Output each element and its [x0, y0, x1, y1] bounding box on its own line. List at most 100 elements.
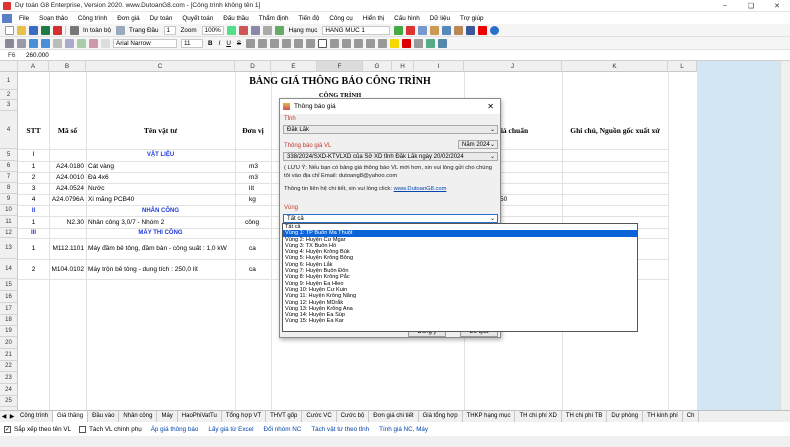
- cell-unit[interactable]: công: [245, 216, 271, 228]
- wrap-icon[interactable]: [329, 38, 339, 48]
- row-header[interactable]: 9: [0, 194, 18, 205]
- row-header[interactable]: 4: [0, 111, 18, 149]
- document-icon[interactable]: [2, 13, 12, 23]
- freeze-icon[interactable]: [425, 38, 435, 48]
- paste-icon[interactable]: [429, 25, 439, 35]
- tab-detail-price[interactable]: Đơn giá chi tiết: [369, 411, 419, 422]
- tab-more[interactable]: Ch: [683, 411, 700, 422]
- tab-material-merge[interactable]: THVT gốp: [266, 411, 303, 422]
- row-header[interactable]: 24: [0, 384, 18, 396]
- copy2-icon[interactable]: [16, 38, 26, 48]
- tab-price[interactable]: Giá thầng: [53, 411, 89, 422]
- cell-unit[interactable]: m3: [249, 172, 271, 183]
- border-icon[interactable]: [377, 38, 387, 48]
- row-header[interactable]: 22: [0, 361, 18, 372]
- header-stt[interactable]: STT: [18, 111, 49, 149]
- youtube-icon[interactable]: [477, 25, 487, 35]
- apply-announced-price-link[interactable]: Áp giá thông báo: [151, 426, 199, 433]
- close-icon[interactable]: ✕: [764, 2, 790, 10]
- column-header[interactable]: J: [464, 61, 562, 72]
- arrow-icon[interactable]: [275, 25, 285, 35]
- cell-code[interactable]: M104.0102: [49, 259, 86, 279]
- cell-stt[interactable]: 2: [18, 259, 49, 279]
- chevron-down-icon[interactable]: ⌄: [490, 215, 495, 222]
- menu-config[interactable]: Cấu hình: [389, 15, 425, 22]
- cell-name[interactable]: Máy trộn bê tông - dung tích : 250,0 lít: [88, 259, 235, 279]
- row-header[interactable]: 18: [0, 315, 18, 326]
- tab-total-budget[interactable]: TH kinh phí: [643, 411, 683, 422]
- align-left-icon[interactable]: [245, 38, 255, 48]
- change-labor-group-link[interactable]: Đổi nhóm NC: [264, 426, 302, 433]
- row-header[interactable]: 2: [0, 90, 18, 100]
- cell-stt[interactable]: 1: [18, 238, 49, 259]
- split-material-checkbox[interactable]: Tách VL chính phụ: [79, 425, 142, 433]
- chevron-down-icon[interactable]: ⌄: [490, 126, 495, 133]
- cell-code[interactable]: A24.0180: [49, 161, 86, 172]
- row-header[interactable]: 23: [0, 372, 18, 384]
- row-header[interactable]: 19: [0, 326, 18, 337]
- cell-code[interactable]: A24.0524: [49, 183, 86, 194]
- font-icon[interactable]: [100, 38, 110, 48]
- cell-code[interactable]: M112.1101: [49, 238, 86, 259]
- filter-icon[interactable]: [76, 38, 86, 48]
- header-unit[interactable]: Đơn vị: [235, 111, 271, 149]
- column-header[interactable]: I: [414, 61, 464, 72]
- cell-unit[interactable]: ca: [249, 238, 271, 259]
- menu-data[interactable]: Dữ liệu: [425, 15, 455, 22]
- cell-stt[interactable]: 1: [18, 216, 49, 228]
- cell-unit[interactable]: lít: [249, 183, 271, 194]
- chevron-down-icon[interactable]: ⌄: [490, 141, 495, 148]
- cell-code[interactable]: A24.0796A: [49, 194, 86, 205]
- excel-icon[interactable]: [40, 25, 50, 35]
- pdf-icon[interactable]: [52, 25, 62, 35]
- cell-name[interactable]: Nhân công 3,0/7 - Nhóm 2: [88, 216, 235, 228]
- tab-material-summary[interactable]: Tổng hợp VT: [222, 411, 267, 422]
- menu-view[interactable]: Hiển thị: [358, 15, 389, 22]
- cell-unit[interactable]: kg: [249, 194, 271, 205]
- cell-code[interactable]: A24.0010: [49, 172, 86, 183]
- sheet-title[interactable]: BẢNG GIÁ THÔNG BÁO CÔNG TRÌNH: [240, 74, 440, 88]
- section-number[interactable]: III: [18, 228, 49, 238]
- column-header[interactable]: K: [562, 61, 668, 72]
- menu-tools[interactable]: Công cụ: [324, 15, 357, 22]
- column-header[interactable]: G: [363, 61, 392, 72]
- format-icon[interactable]: [341, 38, 351, 48]
- menu-unit-price[interactable]: Đơn giá: [112, 15, 144, 22]
- menu-file[interactable]: File: [14, 15, 34, 22]
- cell-name[interactable]: Cát vàng: [88, 161, 235, 172]
- row-header[interactable]: 7: [0, 172, 18, 183]
- column-header[interactable]: L: [668, 61, 697, 72]
- page-input[interactable]: 1: [163, 25, 176, 35]
- table-icon[interactable]: [441, 25, 451, 35]
- header-code[interactable]: Mã số: [49, 111, 86, 149]
- tab-equipment-cost[interactable]: TH chi phí TB: [562, 411, 608, 422]
- vertical-scrollbar[interactable]: [780, 61, 790, 410]
- redo-icon[interactable]: [40, 38, 50, 48]
- font-size-select[interactable]: 11: [181, 38, 203, 48]
- tab-contingency[interactable]: Dự phòng: [607, 411, 644, 422]
- cell-unit[interactable]: ca: [249, 259, 271, 279]
- add-icon[interactable]: [393, 25, 403, 35]
- province-select[interactable]: Đắk Lắk ⌄: [283, 125, 498, 134]
- menu-appraisal[interactable]: Thẩm định: [254, 15, 294, 22]
- tab-labor[interactable]: Nhân công: [119, 411, 158, 422]
- decimal-icon[interactable]: [365, 38, 375, 48]
- header-note[interactable]: Ghi chú, Nguồn gốc xuất xứ: [562, 111, 668, 149]
- row-header[interactable]: 6: [0, 161, 18, 172]
- tab-input[interactable]: Đầu vào: [88, 411, 120, 422]
- column-header[interactable]: D: [235, 61, 271, 72]
- column-header[interactable]: H: [392, 61, 414, 72]
- region-option[interactable]: Vùng 15: Huyện Ea Kar: [283, 318, 637, 324]
- section-name[interactable]: VẬT LIỆU: [86, 149, 235, 161]
- merge-icon[interactable]: [317, 38, 327, 48]
- column-header[interactable]: E: [271, 61, 317, 72]
- menu-settlement[interactable]: Quyết toán: [177, 15, 218, 22]
- column-header[interactable]: F: [317, 61, 363, 72]
- formula-input[interactable]: 260.000: [20, 52, 49, 59]
- cell-stt[interactable]: 2: [18, 172, 49, 183]
- calc-labor-machine-link[interactable]: Tính giá NC, Máy: [379, 426, 428, 433]
- section-number[interactable]: I: [18, 149, 49, 161]
- row-header[interactable]: 13: [0, 238, 18, 259]
- tab-transport[interactable]: Cước VC: [302, 411, 337, 422]
- row-header[interactable]: 1: [0, 72, 18, 90]
